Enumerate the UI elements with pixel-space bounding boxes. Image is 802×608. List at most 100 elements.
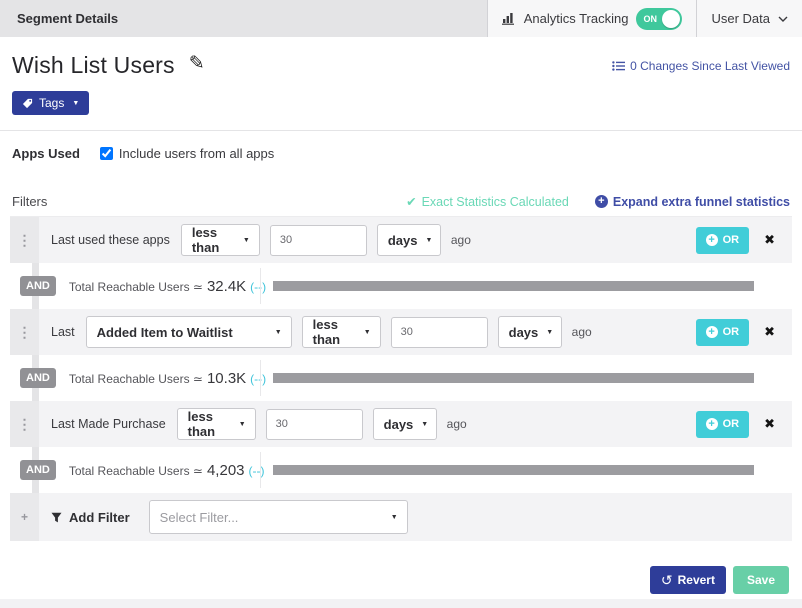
comparator-select[interactable]: less than ▼ (180, 224, 260, 256)
tags-button-label: Tags (39, 96, 65, 110)
and-badge: AND (20, 460, 56, 480)
and-stats-row-2: AND Total Reachable Users ≃ 10.3K (--) (10, 355, 792, 401)
filter-label: Last (51, 325, 75, 339)
reachable-label: Total Reachable Users ≃ (68, 279, 203, 294)
value-input[interactable] (265, 408, 363, 440)
plus-circle-icon: + (705, 234, 718, 246)
stats-detail-link[interactable]: (--) (250, 372, 266, 386)
top-bar: Segment Details Analytics Tracking ON Us… (0, 0, 802, 37)
comparator-select[interactable]: less than ▼ (176, 408, 256, 440)
or-button[interactable]: + OR (695, 226, 750, 254)
filter-row-2: ⋮ Last Added Item to Waitlist ▼ less than… (10, 309, 792, 355)
toggle-on-label: ON (643, 13, 657, 24)
stats-detail-link[interactable]: (--) (249, 464, 265, 478)
changelog-list-icon (612, 61, 626, 71)
tag-icon (22, 98, 33, 109)
chevron-down-icon: ▼ (238, 420, 246, 428)
plus-circle-icon: + (705, 418, 718, 430)
chevron-down-icon (778, 16, 788, 22)
reachable-value: 4,203 (206, 461, 245, 479)
funnel-icon (51, 512, 62, 523)
chevron-down-icon: ▼ (390, 513, 398, 521)
value-input[interactable] (269, 224, 367, 256)
include-all-apps-option[interactable]: Include users from all apps (99, 146, 275, 161)
edit-pencil-icon[interactable]: ✎ (189, 52, 205, 75)
chevron-down-icon: ▼ (72, 99, 80, 107)
changes-since-last-viewed-link[interactable]: 0 Changes Since Last Viewed (612, 59, 790, 73)
reachable-users-bar (273, 373, 754, 383)
chevron-down-icon: ▼ (242, 236, 250, 244)
undo-icon: ↺ (660, 571, 673, 588)
unit-select[interactable]: days ▼ (372, 408, 437, 440)
drag-handle[interactable]: ⋮ (10, 217, 39, 263)
changes-link-label: 0 Changes Since Last Viewed (630, 59, 790, 73)
filter-row-1: ⋮ Last used these apps less than▼ days▼ … (10, 217, 792, 263)
event-select[interactable]: Added Item to Waitlist ▼ (85, 316, 292, 348)
user-data-label: User Data (711, 11, 770, 26)
segment-header: Wish List Users ✎ 0 Changes Since Last V… (0, 37, 802, 79)
plus-circle-icon: + (594, 195, 608, 208)
include-all-apps-label: Include users from all apps (118, 146, 275, 161)
comparator-select[interactable]: less than ▼ (301, 316, 381, 348)
and-badge: AND (20, 368, 56, 388)
add-row-plus-icon: + (10, 493, 39, 541)
reachable-users-bar (273, 281, 754, 291)
stats-divider (260, 360, 261, 396)
save-button[interactable]: Save (732, 566, 789, 594)
apps-used-row: Apps Used Include users from all apps (0, 131, 802, 161)
remove-filter-button[interactable]: ✖ (764, 416, 775, 432)
chevron-down-icon: ▼ (421, 420, 429, 428)
stats-detail-link[interactable]: (--) (250, 280, 266, 294)
select-filter-dropdown[interactable]: Select Filter... ▼ (148, 500, 408, 534)
unit-select[interactable]: days ▼ (497, 316, 562, 348)
analytics-tracking-label: Analytics Tracking (523, 11, 629, 26)
filters-section-label: Filters (12, 194, 48, 209)
ago-label: ago (446, 417, 467, 431)
remove-filter-button[interactable]: ✖ (764, 232, 775, 248)
expand-funnel-statistics-link[interactable]: + Expand extra funnel statistics (594, 194, 790, 209)
filters-header: Filters ✔ Exact Statistics Calculated + … (0, 194, 802, 216)
reachable-users-bar (273, 465, 754, 475)
stats-divider (260, 268, 261, 304)
page-title: Wish List Users (12, 52, 175, 78)
ago-label: ago (450, 233, 471, 247)
add-filter-label: Add Filter (51, 510, 130, 525)
bottom-strip (0, 599, 802, 608)
user-data-menu[interactable]: User Data (696, 0, 802, 37)
or-button[interactable]: + OR (695, 318, 750, 346)
window-title: Segment Details (17, 11, 119, 26)
exact-statistics-label: Exact Statistics Calculated (421, 194, 569, 209)
drag-handle[interactable]: ⋮ (10, 309, 39, 355)
chevron-down-icon: ▼ (546, 328, 554, 336)
stats-divider (260, 452, 261, 488)
unit-select[interactable]: days ▼ (376, 224, 441, 256)
bar-chart-icon (501, 12, 516, 25)
chevron-down-icon: ▼ (363, 328, 371, 336)
add-filter-row: + Add Filter Select Filter... ▼ (10, 493, 792, 541)
filter-label: Last used these apps (51, 233, 170, 247)
include-all-apps-checkbox[interactable] (99, 147, 113, 160)
plus-circle-icon: + (705, 326, 718, 338)
ago-label: ago (571, 325, 592, 339)
tags-button[interactable]: Tags ▼ (12, 91, 90, 115)
apps-used-label: Apps Used (12, 146, 80, 161)
value-input[interactable] (390, 316, 488, 348)
toggle-knob (662, 9, 681, 28)
remove-filter-button[interactable]: ✖ (764, 324, 775, 340)
or-button[interactable]: + OR (695, 410, 750, 438)
revert-button[interactable]: ↺ Revert (649, 566, 726, 594)
reachable-value: 10.3K (206, 369, 247, 387)
check-icon: ✔ (406, 195, 417, 209)
select-filter-placeholder: Select Filter... (159, 509, 239, 525)
chevron-down-icon: ▼ (425, 236, 433, 244)
chevron-down-icon: ▼ (274, 328, 282, 336)
reachable-label: Total Reachable Users ≃ (68, 463, 203, 478)
filter-block: ⋮ Last used these apps less than▼ days▼ … (10, 216, 792, 541)
exact-statistics-status: ✔ Exact Statistics Calculated (406, 194, 569, 210)
reachable-users-text: Total Reachable Users ≃ 10.3K (--) (69, 370, 266, 387)
expand-link-label: Expand extra funnel statistics (612, 194, 790, 209)
drag-handle[interactable]: ⋮ (10, 401, 39, 447)
reachable-users-text: Total Reachable Users ≃ 32.4K (--) (69, 278, 266, 295)
analytics-toggle[interactable]: ON (636, 7, 683, 30)
and-stats-row-3: AND Total Reachable Users ≃ 4,203 (--) (10, 447, 792, 493)
